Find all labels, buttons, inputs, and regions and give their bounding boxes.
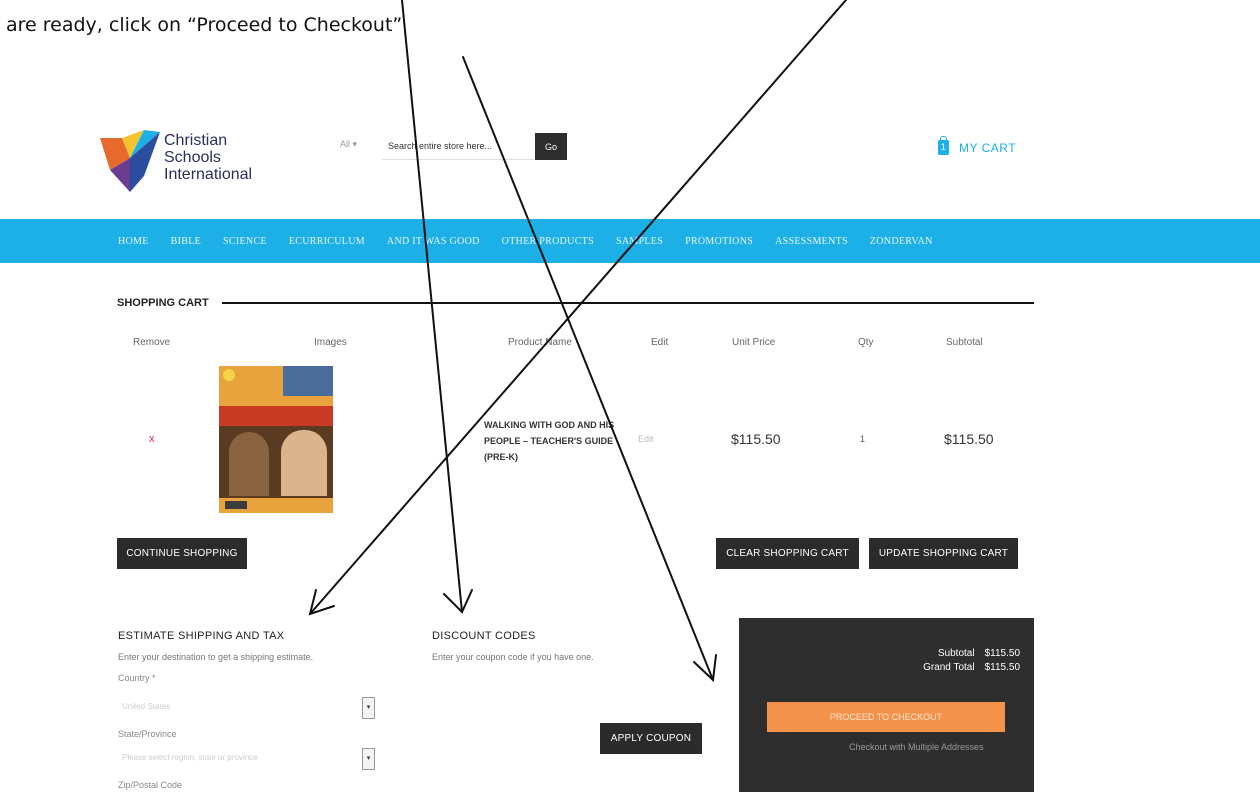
nav-zondervan[interactable]: ZONDERVAN: [870, 236, 933, 247]
logo-line-1: Christian: [164, 132, 228, 149]
my-cart-link[interactable]: 1 MY CART: [938, 136, 1017, 155]
annotation-arrows: [308, 0, 847, 683]
search-input[interactable]: [382, 133, 534, 160]
nav-home[interactable]: HOME: [118, 236, 149, 247]
nav-other-products[interactable]: OTHER PRODUCTS: [502, 236, 594, 247]
nav-promotions[interactable]: PROMOTIONS: [685, 236, 753, 247]
col-subtotal: Subtotal: [946, 337, 983, 348]
totals-panel: Subtotal $115.50 Grand Total $115.50 PRO…: [739, 618, 1034, 792]
nav-samples[interactable]: SAMPLES: [616, 236, 663, 247]
chevron-down-icon: ▾: [362, 697, 375, 719]
apply-coupon-button[interactable]: APPLY COUPON: [600, 723, 702, 754]
col-images: Images: [314, 337, 347, 348]
subtotal-value: $115.50: [984, 648, 1020, 659]
country-value: United States: [122, 702, 171, 711]
grand-total-label: Grand Total: [923, 662, 975, 673]
remove-item-button[interactable]: x: [149, 433, 155, 445]
shipping-title: ESTIMATE SHIPPING AND TAX: [118, 630, 285, 642]
quantity-field[interactable]: 1: [860, 434, 865, 444]
col-product-name: Product Name: [508, 337, 572, 348]
clear-cart-button[interactable]: CLEAR SHOPPING CART: [716, 538, 859, 569]
discount-subtitle: Enter your coupon code if you have one.: [432, 652, 594, 662]
proceed-to-checkout-button[interactable]: PROCEED TO CHECKOUT: [767, 702, 1005, 732]
logo-line-3: International: [164, 166, 253, 183]
arrow-to-discount-codes: [401, 0, 463, 613]
subtotal-line: Subtotal $115.50: [938, 648, 1020, 659]
nav-bible[interactable]: BIBLE: [171, 236, 201, 247]
multi-address-checkout-link[interactable]: Checkout with Multiple Addresses: [849, 742, 984, 752]
continue-shopping-button[interactable]: CONTINUE SHOPPING: [117, 538, 247, 569]
discount-title: DISCOUNT CODES: [432, 630, 536, 642]
row-subtotal: $115.50: [944, 431, 994, 447]
state-select[interactable]: Please select region, state or province …: [118, 748, 375, 770]
instruction-text: are ready, click on “Proceed to Checkout…: [6, 14, 403, 36]
site-logo[interactable]: Christian Schools International: [100, 130, 260, 192]
search-go-button[interactable]: Go: [535, 133, 567, 160]
col-edit: Edit: [651, 337, 669, 348]
search-bar: All ▾ Go: [340, 133, 567, 160]
edit-item-link[interactable]: Edit: [638, 434, 654, 444]
country-label: Country *: [118, 673, 156, 683]
nav-science[interactable]: SCIENCE: [223, 236, 267, 247]
state-value: Please select region, state or province: [122, 753, 258, 762]
col-qty: Qty: [858, 337, 874, 348]
main-nav: HOME BIBLE SCIENCE ECURRICULUM AND IT WA…: [0, 219, 1260, 263]
nav-ecurriculum[interactable]: ECURRICULUM: [289, 236, 365, 247]
logo-mark-icon: [100, 130, 160, 192]
logo-line-2: Schools: [164, 149, 221, 166]
country-select[interactable]: United States ▾: [118, 697, 375, 719]
state-label: State/Province: [118, 729, 177, 739]
update-cart-button[interactable]: UPDATE SHOPPING CART: [869, 538, 1018, 569]
title-divider: [222, 302, 1034, 304]
logo-text: Christian Schools International: [164, 132, 252, 183]
cart-bag-icon: 1: [938, 136, 949, 155]
grand-total-line: Grand Total $115.50: [923, 662, 1020, 673]
my-cart-label: MY CART: [959, 140, 1017, 155]
arrow-to-shipping: [309, 0, 847, 615]
shipping-subtitle: Enter your destination to get a shipping…: [118, 652, 314, 662]
col-unit-price: Unit Price: [732, 337, 776, 348]
grand-total-value: $115.50: [984, 662, 1020, 673]
search-scope-select[interactable]: All ▾: [340, 139, 357, 150]
zip-label: Zip/Postal Code: [118, 780, 183, 790]
chevron-down-icon: ▾: [362, 748, 375, 770]
subtotal-label: Subtotal: [937, 648, 975, 659]
col-remove: Remove: [133, 337, 171, 348]
product-image[interactable]: [219, 366, 333, 513]
nav-and-it-was-good[interactable]: AND IT WAS GOOD: [387, 236, 480, 247]
nav-assessments[interactable]: ASSESSMENTS: [775, 236, 848, 247]
page-title: SHOPPING CART: [117, 297, 209, 309]
unit-price: $115.50: [731, 431, 781, 447]
product-name-link[interactable]: WALKING WITH GOD AND HIS PEOPLE – TEACHE…: [484, 417, 624, 465]
